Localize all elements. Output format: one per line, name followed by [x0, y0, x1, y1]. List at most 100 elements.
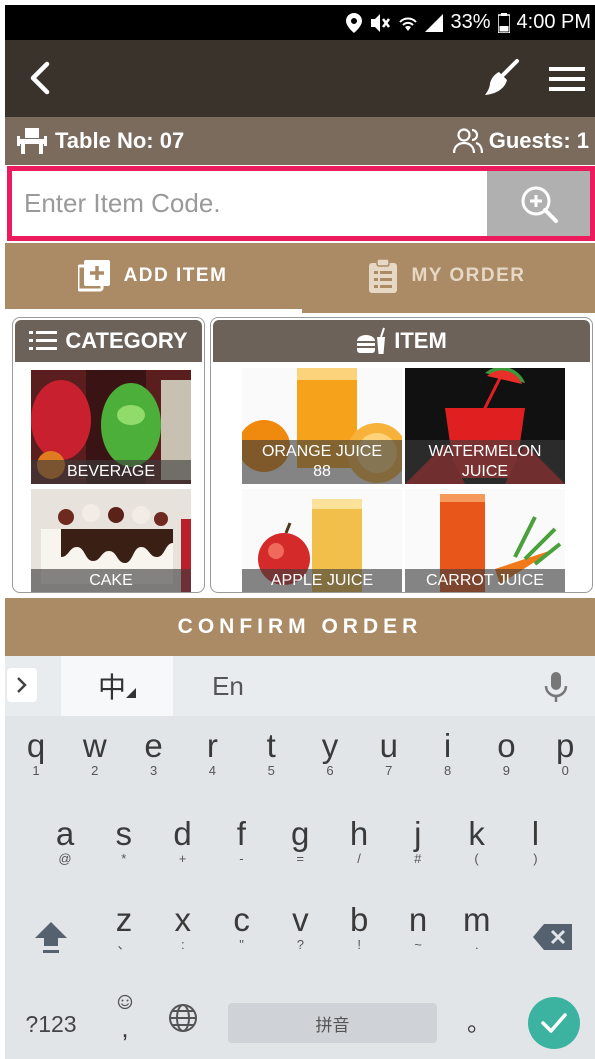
key-q[interactable]: q1: [7, 728, 65, 778]
backspace-key[interactable]: [525, 912, 581, 957]
item-label: APPLE JUICE: [242, 569, 402, 592]
item-tile-watermelon-juice[interactable]: WATERMELON JUICE: [405, 368, 565, 484]
guest-count-label: Guests: 1: [488, 128, 589, 153]
keyboard-lang-english[interactable]: En: [173, 656, 283, 716]
tab-add-item[interactable]: ADD ITEM: [5, 243, 300, 309]
hamburger-menu-icon: [549, 67, 585, 91]
signal-icon: [425, 13, 444, 32]
search-button[interactable]: [487, 171, 590, 236]
key-n[interactable]: n ~: [389, 902, 447, 952]
back-button[interactable]: [23, 60, 59, 96]
item-tile-carrot-juice[interactable]: CARROT JUICE: [405, 489, 565, 592]
key-secondary: :: [180, 937, 185, 952]
voice-input-button[interactable]: [541, 670, 571, 704]
category-label: BEVERAGE: [31, 460, 191, 484]
key-t[interactable]: t5: [242, 728, 300, 778]
back-arrow-icon: [30, 61, 50, 95]
keyboard-lang-chinese[interactable]: 中: [61, 656, 173, 716]
key-h[interactable]: h /: [330, 816, 388, 866]
item-tile-orange-juice[interactable]: ORANGE JUICE 88: [242, 368, 402, 484]
symbols-key[interactable]: ?123: [19, 1006, 83, 1042]
key-letter: b: [350, 901, 369, 938]
key-j[interactable]: j #: [389, 816, 447, 866]
item-code-input[interactable]: [12, 171, 487, 236]
key-v[interactable]: v?: [271, 902, 329, 952]
keyboard-expand-button[interactable]: [7, 668, 37, 702]
key-secondary: /: [357, 851, 361, 866]
item-label: CARROT JUICE: [405, 569, 565, 592]
key-letter: y: [321, 727, 339, 764]
enter-key[interactable]: [528, 997, 580, 1049]
shift-key[interactable]: [23, 912, 79, 961]
location-icon: [346, 12, 363, 33]
key-secondary: 1: [32, 763, 40, 778]
key-m[interactable]: m.: [448, 902, 506, 952]
key-letter: a: [55, 815, 75, 852]
category-tile-beverage[interactable]: BEVERAGE: [31, 370, 191, 484]
battery-percent: 33%: [450, 11, 491, 33]
key-l[interactable]: l): [506, 816, 564, 866]
key-letter: o: [497, 727, 516, 764]
key-p[interactable]: p0: [536, 728, 594, 778]
clear-button[interactable]: [481, 58, 521, 98]
emoji-comma-key[interactable]: ,: [97, 994, 153, 1041]
space-key[interactable]: 拼音: [228, 1003, 437, 1043]
key-secondary: 6: [326, 763, 334, 778]
key-w[interactable]: w2: [66, 728, 124, 778]
confirm-order-button[interactable]: CONFIRM ORDER: [5, 598, 595, 656]
key-r[interactable]: r4: [183, 728, 241, 778]
period-key[interactable]: 。: [451, 1006, 507, 1042]
key-k[interactable]: k(: [448, 816, 506, 866]
key-y[interactable]: y6: [301, 728, 359, 778]
key-g[interactable]: g =: [271, 816, 329, 866]
keyboard-toolbar: 中 En: [5, 656, 595, 716]
key-i[interactable]: i8: [419, 728, 477, 778]
status-time: 4:00 PM: [516, 11, 591, 33]
key-x[interactable]: x:: [154, 902, 212, 952]
status-bar: 33% 4:00 PM: [5, 5, 595, 40]
key-letter: c: [233, 901, 250, 938]
key-letter: e: [144, 727, 163, 764]
key-secondary: 9: [502, 763, 510, 778]
period-label: 。: [467, 1010, 491, 1037]
key-secondary: ?: [296, 937, 304, 952]
backspace-icon: [533, 924, 572, 950]
category-tile-cake[interactable]: CAKE: [31, 489, 191, 592]
wifi-icon: [399, 17, 418, 31]
key-z[interactable]: z、: [95, 902, 153, 952]
key-a[interactable]: a @: [36, 816, 94, 866]
item-label: WATERMELON JUICE: [405, 440, 565, 484]
key-secondary: ~: [414, 937, 422, 952]
key-letter: u: [379, 727, 398, 764]
key-e[interactable]: e3: [125, 728, 183, 778]
key-b[interactable]: b!: [330, 902, 388, 952]
key-letter: s: [115, 815, 133, 852]
key-secondary: (: [474, 851, 479, 866]
zoom-search-icon: [521, 186, 558, 223]
language-switch-key[interactable]: [155, 1002, 211, 1039]
menu-button[interactable]: [549, 64, 585, 94]
item-tile-apple-juice[interactable]: APPLE JUICE: [242, 489, 402, 592]
key-o[interactable]: o9: [477, 728, 535, 778]
key-f[interactable]: f-: [212, 816, 270, 866]
keyboard-keys: q1w2e3r4t5y6u7i8o9p0 a @ s * d + f - g = h / j # k(l) …: [5, 716, 595, 1059]
key-u[interactable]: u7: [360, 728, 418, 778]
tab-my-order[interactable]: MY ORDER: [300, 243, 595, 309]
broom-icon: [485, 59, 519, 95]
microphone-icon: [544, 672, 568, 702]
key-letter: z: [115, 901, 133, 938]
key-secondary: ": [239, 937, 244, 952]
key-letter: m: [463, 901, 491, 938]
key-letter: p: [556, 727, 575, 764]
key-letter: q: [26, 727, 46, 764]
key-secondary: 3: [149, 763, 158, 778]
key-secondary: 4: [208, 763, 216, 778]
key-d[interactable]: d +: [154, 816, 212, 866]
key-secondary: 7: [385, 763, 393, 778]
key-c[interactable]: c ": [213, 902, 271, 952]
chevron-right-icon: [17, 677, 27, 693]
key-s[interactable]: s *: [95, 816, 153, 866]
key-letter: h: [349, 815, 369, 852]
item-name: ORANGE JUICE: [261, 443, 382, 460]
key-secondary: *: [121, 851, 127, 866]
